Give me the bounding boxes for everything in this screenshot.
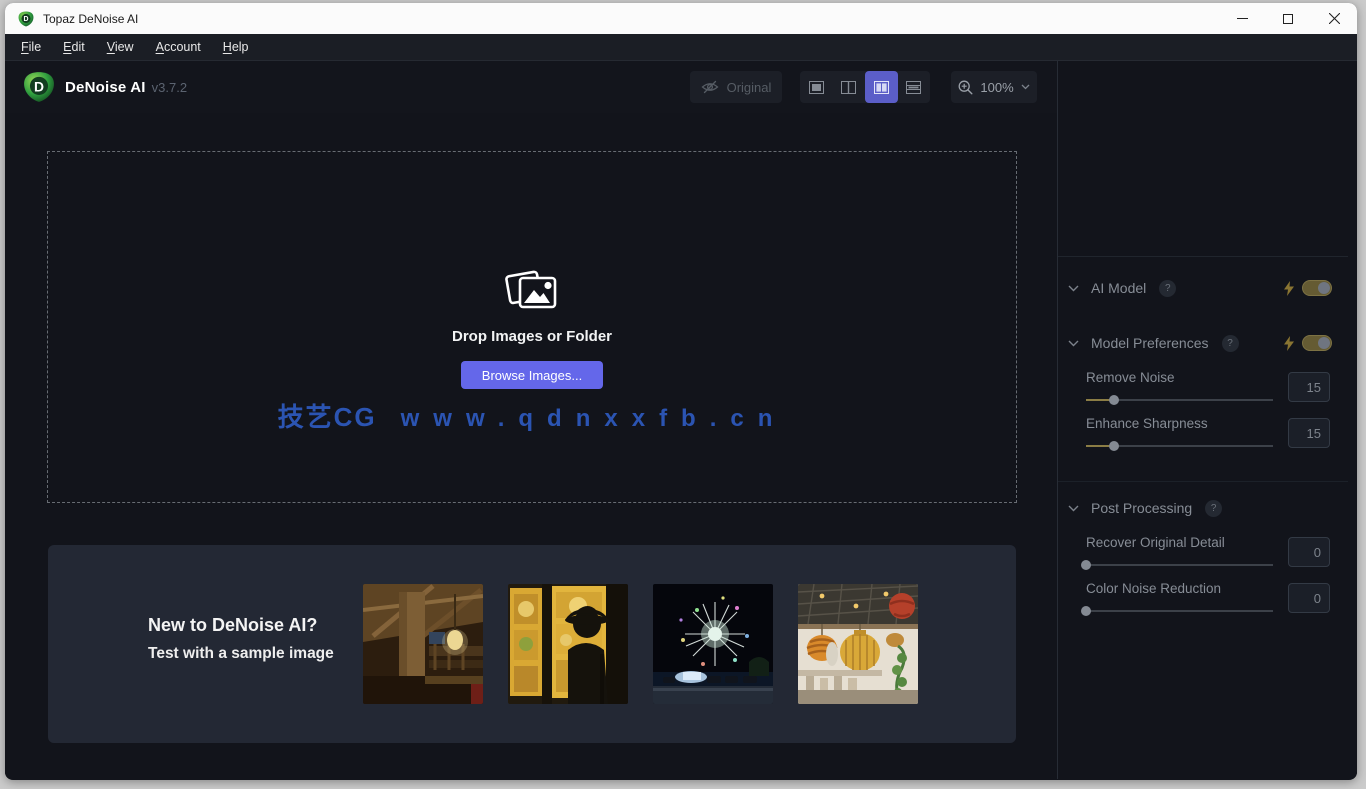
app-header: D DeNoise AI v3.7.2 Original 100%	[5, 61, 1057, 113]
image-dropzone[interactable]: Drop Images or Folder Browse Images... 技…	[47, 151, 1017, 503]
close-button[interactable]	[1311, 3, 1357, 34]
slider-value-input[interactable]: 0	[1288, 537, 1330, 567]
menu-file[interactable]: File	[10, 40, 52, 54]
view-mode-group	[800, 71, 930, 103]
watermark-brand: 技艺CG	[277, 402, 377, 432]
settings-sidebar: AI Model ? Model Preferences ? Remove No…	[1057, 61, 1357, 779]
slider-track[interactable]	[1081, 560, 1273, 570]
window-controls	[1219, 3, 1357, 34]
chevron-down-icon[interactable]	[1068, 505, 1079, 512]
zoom-in-icon	[958, 80, 973, 95]
menu-view[interactable]: View	[96, 40, 145, 54]
menu-account[interactable]: Account	[145, 40, 212, 54]
sample-image-lodge-interior[interactable]	[363, 584, 483, 704]
app-window: D Topaz DeNoise AI File Edit View Accoun…	[5, 3, 1357, 780]
view-quad-button[interactable]	[898, 71, 931, 103]
section-ai-model[interactable]: AI Model ?	[1058, 266, 1348, 310]
slider-knob[interactable]	[1081, 560, 1091, 570]
lightning-bolt-icon	[1284, 335, 1294, 351]
denoise-logo-icon: D	[23, 71, 55, 103]
show-original-button[interactable]: Original	[690, 71, 782, 103]
help-icon[interactable]: ?	[1205, 499, 1223, 517]
minimize-button[interactable]	[1219, 3, 1265, 34]
menubar: File Edit View Account Help	[5, 34, 1357, 61]
window-title: Topaz DeNoise AI	[43, 11, 139, 26]
view-single-button[interactable]	[800, 71, 833, 103]
slider-label: Remove Noise	[1086, 370, 1175, 385]
slider-value-input[interactable]: 15	[1288, 418, 1330, 448]
svg-text:D: D	[24, 16, 29, 23]
side-by-side-view-icon	[873, 80, 889, 94]
slider-track[interactable]	[1086, 441, 1273, 451]
slider-knob[interactable]	[1081, 606, 1091, 616]
chevron-down-icon	[1021, 84, 1030, 90]
section-label: Post Processing	[1091, 500, 1193, 516]
slider-track[interactable]	[1081, 606, 1273, 616]
recover-original-detail-slider: Recover Original Detail 0	[1081, 534, 1330, 570]
section-model-preferences[interactable]: Model Preferences ?	[1058, 321, 1348, 365]
ai-model-toggle[interactable]	[1302, 280, 1332, 296]
samples-row	[363, 584, 918, 704]
slider-knob[interactable]	[1109, 441, 1120, 451]
samples-text: New to DeNoise AI? Test with a sample im…	[148, 615, 334, 663]
help-icon[interactable]: ?	[1221, 334, 1239, 352]
app-version: v3.7.2	[151, 79, 188, 95]
eye-off-icon	[701, 80, 719, 94]
original-label: Original	[726, 79, 772, 95]
split-view-icon	[841, 80, 857, 94]
sample-image-stained-glass[interactable]	[508, 584, 628, 704]
section-label: AI Model	[1091, 280, 1147, 296]
help-icon[interactable]: ?	[1159, 279, 1177, 297]
browse-images-button[interactable]: Browse Images...	[461, 361, 603, 389]
model-preferences-toggle[interactable]	[1302, 335, 1332, 351]
zoom-control[interactable]: 100%	[951, 71, 1037, 103]
remove-noise-slider: Remove Noise 15	[1086, 369, 1330, 405]
sample-image-fireworks[interactable]	[653, 584, 773, 704]
sample-image-cafe-baskets[interactable]	[798, 584, 918, 704]
app-logo-icon: D	[18, 11, 34, 27]
samples-subheading: Test with a sample image	[148, 645, 334, 662]
samples-heading: New to DeNoise AI?	[148, 615, 318, 635]
brand: D DeNoise AI v3.7.2	[23, 71, 187, 103]
drop-images-icon	[505, 267, 559, 315]
slider-label: Enhance Sharpness	[1086, 416, 1208, 431]
section-post-processing[interactable]: Post Processing ?	[1058, 486, 1348, 530]
watermark-url: www.qdnxxfb.cn	[400, 405, 787, 432]
chevron-down-icon[interactable]	[1068, 340, 1079, 347]
slider-label: Color Noise Reduction	[1086, 581, 1222, 596]
slider-label: Recover Original Detail	[1086, 535, 1225, 550]
sample-images-panel: New to DeNoise AI? Test with a sample im…	[48, 545, 1016, 743]
sidebar-separator	[1058, 481, 1348, 482]
maximize-button[interactable]	[1265, 3, 1311, 34]
zoom-level-value: 100%	[980, 79, 1014, 95]
quad-view-icon	[906, 80, 922, 94]
section-label: Model Preferences	[1091, 335, 1209, 351]
color-noise-reduction-slider: Color Noise Reduction 0	[1081, 580, 1330, 616]
titlebar: D Topaz DeNoise AI	[5, 3, 1357, 34]
sidebar-separator	[1058, 256, 1348, 257]
view-side-by-side-button[interactable]	[865, 71, 898, 103]
menu-help[interactable]: Help	[212, 40, 260, 54]
slider-value-input[interactable]: 15	[1288, 372, 1330, 402]
watermark: 技艺CG www.qdnxxfb.cn	[278, 397, 787, 434]
main-area: Drop Images or Folder Browse Images... 技…	[5, 113, 1057, 779]
slider-knob[interactable]	[1109, 395, 1120, 405]
lightning-bolt-icon	[1284, 280, 1294, 296]
dropzone-title: Drop Images or Folder	[451, 328, 613, 345]
single-view-icon	[808, 80, 824, 94]
slider-value-input[interactable]: 0	[1288, 583, 1330, 613]
app-name: DeNoise AI	[65, 78, 146, 96]
svg-text:D: D	[34, 78, 44, 94]
enhance-sharpness-slider: Enhance Sharpness 15	[1086, 415, 1330, 451]
chevron-down-icon[interactable]	[1068, 285, 1079, 292]
slider-track[interactable]	[1086, 395, 1273, 405]
menu-edit[interactable]: Edit	[52, 40, 96, 54]
view-split-button[interactable]	[833, 71, 866, 103]
